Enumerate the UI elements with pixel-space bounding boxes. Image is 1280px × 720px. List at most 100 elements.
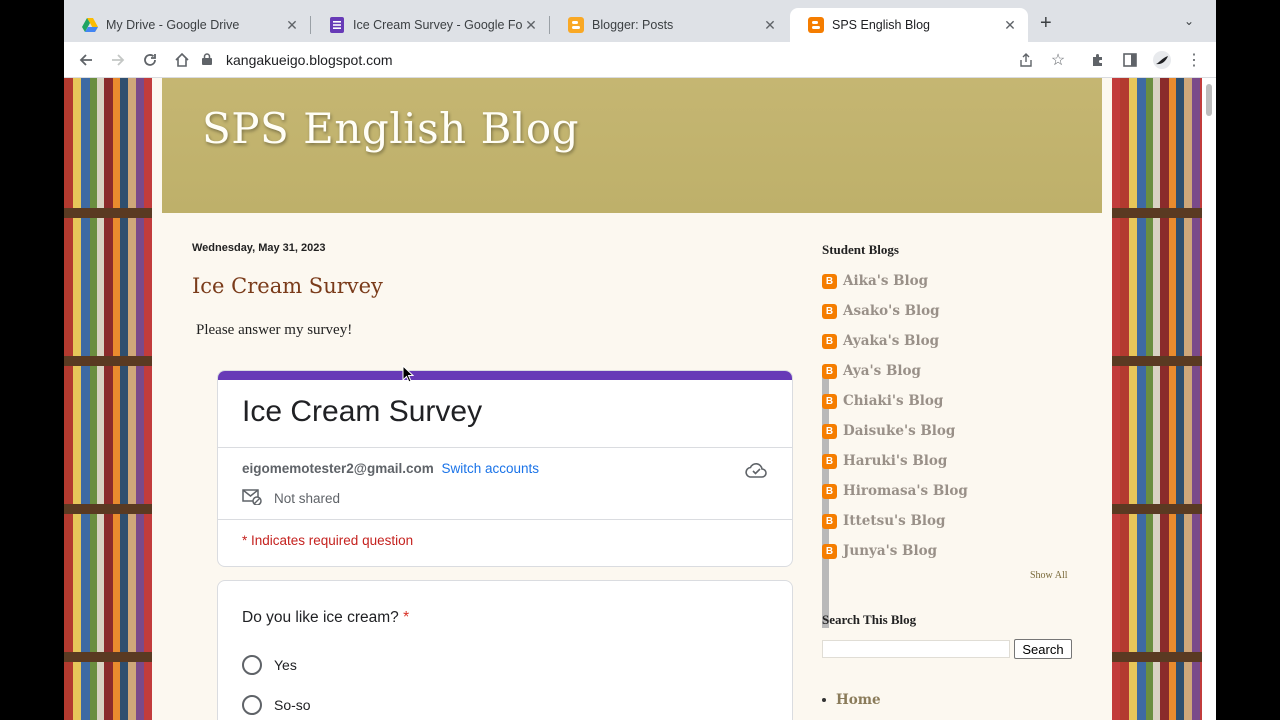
address-bar[interactable]: kangakueigo.blogspot.com — [202, 46, 1082, 74]
tab-sps-english-blog[interactable]: SPS English Blog ✕ — [790, 8, 1028, 42]
student-blog-link[interactable]: B Junya's Blog — [822, 543, 937, 559]
account-email: eigomemotester2@gmail.com — [242, 461, 434, 476]
student-blog-link[interactable]: B Chiaki's Blog — [822, 393, 943, 409]
browser-toolbar: kangakueigo.blogspot.com ☆ ⋮ — [64, 42, 1216, 78]
google-forms-icon — [329, 17, 345, 33]
blogger-icon: B — [822, 483, 837, 499]
chevron-down-icon[interactable]: ⌄ — [1184, 14, 1194, 28]
more-menu-icon[interactable]: ⋮ — [1184, 50, 1204, 70]
blogger-icon — [808, 17, 824, 33]
share-icon[interactable] — [1016, 50, 1036, 70]
option-label: Yes — [274, 657, 297, 673]
tab-title: Ice Cream Survey - Google Forms — [353, 18, 523, 32]
side-panel-icon[interactable] — [1120, 50, 1140, 70]
student-blog-link[interactable]: B Daisuke's Blog — [822, 423, 955, 439]
switch-accounts-link[interactable]: Switch accounts — [442, 461, 540, 476]
blog-link-label: Daisuke's Blog — [843, 423, 956, 439]
blogger-icon: B — [822, 513, 837, 529]
student-blog-link[interactable]: B Ittetsu's Blog — [822, 513, 945, 529]
student-blog-link[interactable]: B Aika's Blog — [822, 273, 928, 289]
radio-option-so-so[interactable]: So-so — [242, 695, 311, 715]
tab-google-forms[interactable]: Ice Cream Survey - Google Forms ✕ — [311, 8, 549, 42]
show-all-link[interactable]: Show All — [1030, 570, 1068, 581]
post-body-text: Please answer my survey! — [196, 322, 353, 338]
close-icon[interactable]: ✕ — [284, 17, 300, 34]
new-tab-icon[interactable]: + — [1040, 13, 1052, 33]
search-button[interactable]: Search — [1014, 639, 1072, 659]
browser-window: My Drive - Google Drive ✕ Ice Cream Surv… — [64, 0, 1216, 720]
blog-link-label: Ayaka's Blog — [843, 333, 940, 349]
form-title: Ice Cream Survey — [242, 395, 483, 428]
divider — [218, 447, 792, 448]
student-blog-link[interactable]: B Asako's Blog — [822, 303, 940, 319]
blog-link-label: Junya's Blog — [843, 543, 938, 559]
back-icon[interactable] — [76, 50, 96, 70]
page-scrollbar[interactable] — [1202, 78, 1216, 720]
blogger-icon: B — [822, 303, 837, 319]
question-card: Do you like ice cream? * Yes So-so — [217, 580, 793, 720]
embedded-form-header: Ice Cream Survey eigomemotester2@gmail.c… — [217, 370, 793, 567]
radio-button[interactable] — [242, 655, 262, 675]
lock-icon — [202, 52, 216, 68]
student-blog-link[interactable]: B Aya's Blog — [822, 363, 921, 379]
extensions-icon[interactable] — [1088, 50, 1108, 70]
student-blog-link[interactable]: B Haruki's Blog — [822, 453, 947, 469]
form-accent-bar — [218, 371, 792, 380]
search-blog-heading: Search This Blog — [822, 612, 917, 627]
blogger-icon: B — [822, 363, 837, 379]
page-link-label: Home — [836, 692, 881, 708]
question-label: Do you like ice cream? * — [242, 609, 409, 627]
forward-icon[interactable] — [108, 50, 128, 70]
blogger-icon: B — [822, 423, 837, 439]
blogger-icon: B — [822, 273, 837, 289]
blog-link-label: Chiaki's Blog — [843, 393, 944, 409]
blog-search-input[interactable] — [822, 640, 1010, 658]
page-link-home[interactable]: Home — [822, 692, 881, 708]
close-icon[interactable]: ✕ — [523, 17, 539, 34]
tab-title: Blogger: Posts — [592, 18, 674, 32]
sharing-status: Not shared — [242, 489, 340, 508]
blog-link-label: Aya's Blog — [843, 363, 921, 379]
blog-link-label: Haruki's Blog — [843, 453, 948, 469]
radio-button[interactable] — [242, 695, 262, 715]
close-icon[interactable]: ✕ — [762, 17, 778, 34]
profile-avatar[interactable] — [1152, 50, 1172, 70]
student-blogs-heading: Student Blogs — [822, 242, 899, 257]
blog-link-label: Hiromasa's Blog — [843, 483, 968, 499]
post-date: Wednesday, May 31, 2023 — [192, 242, 326, 254]
not-shared-label: Not shared — [274, 491, 341, 506]
scrollbar-thumb[interactable] — [1206, 84, 1212, 116]
mail-not-shared-icon — [242, 489, 274, 508]
tab-google-drive[interactable]: My Drive - Google Drive ✕ — [64, 8, 310, 42]
student-blog-link[interactable]: B Hiromasa's Blog — [822, 483, 968, 499]
blogger-icon: B — [822, 393, 837, 409]
tab-title: My Drive - Google Drive — [106, 18, 240, 32]
blogger-icon: B — [822, 333, 837, 349]
required-star: * — [403, 609, 410, 626]
bookmark-star-icon[interactable]: ☆ — [1048, 50, 1068, 70]
question-text: Do you like ice cream? — [242, 609, 399, 626]
tab-blogger-posts[interactable]: Blogger: Posts ✕ — [550, 8, 788, 42]
home-icon[interactable] — [172, 50, 192, 70]
bullet — [822, 698, 826, 702]
blog-link-label: Asako's Blog — [843, 303, 940, 319]
cloud-saved-icon[interactable] — [744, 461, 768, 481]
radio-option-yes[interactable]: Yes — [242, 655, 297, 675]
blog-link-label: Ittetsu's Blog — [843, 513, 946, 529]
close-icon[interactable]: ✕ — [1002, 17, 1018, 34]
blog-content: SPS English Blog Wednesday, May 31, 2023… — [152, 78, 1112, 720]
blog-link-label: Aika's Blog — [843, 273, 929, 289]
blog-title[interactable]: SPS English Blog — [202, 104, 579, 153]
blogger-icon — [568, 17, 584, 33]
tab-strip: My Drive - Google Drive ✕ Ice Cream Surv… — [64, 0, 1216, 42]
google-drive-icon — [82, 17, 98, 33]
account-info: eigomemotester2@gmail.com Switch account… — [242, 461, 539, 476]
post-title[interactable]: Ice Cream Survey — [192, 274, 383, 298]
option-label: So-so — [274, 697, 311, 713]
url-text: kangakueigo.blogspot.com — [226, 52, 393, 68]
page-viewport: SPS English Blog Wednesday, May 31, 2023… — [64, 78, 1216, 720]
blog-header: SPS English Blog — [162, 78, 1102, 213]
tab-title: SPS English Blog — [832, 18, 930, 32]
student-blog-link[interactable]: B Ayaka's Blog — [822, 333, 939, 349]
reload-icon[interactable] — [140, 50, 160, 70]
